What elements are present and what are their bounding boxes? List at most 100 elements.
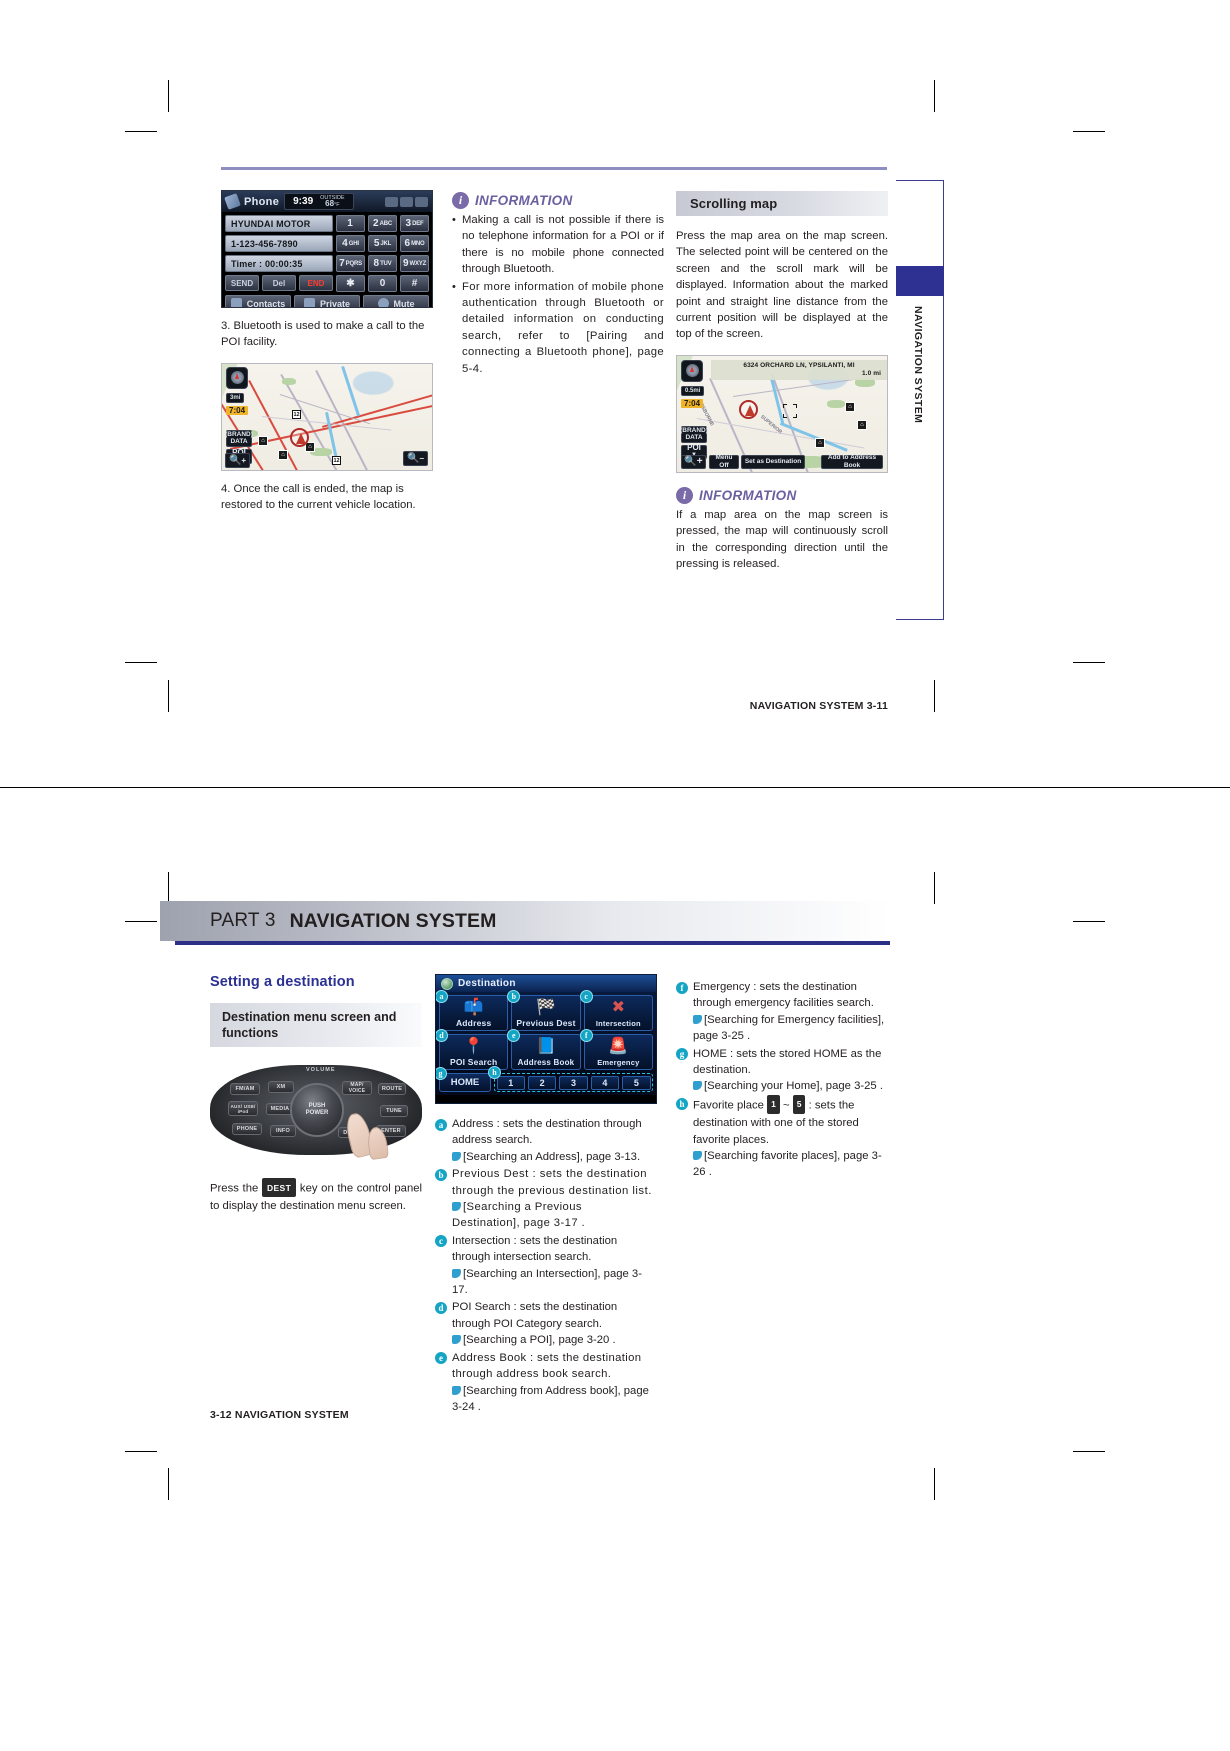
- map-screen-current-location[interactable]: 12 12 ⌂ ⌂ ⌂ 3mi 7:04 (BRAND) DATA POI▼: [221, 362, 433, 471]
- map-screen-scrolling[interactable]: 6324 ORCHARD LN, YPSILANTI, MI 1.0 mi OS…: [676, 354, 888, 473]
- key-9[interactable]: 9 WXYZ: [400, 255, 429, 272]
- subsection-title: Destination menu screen and functions: [210, 1003, 422, 1047]
- compass-icon[interactable]: [681, 359, 703, 382]
- destination-bottom-row: g HOME h 1 2 3 4 5: [436, 1066, 656, 1095]
- part-underline: [175, 941, 890, 945]
- set-as-destination-button[interactable]: Set as Destination: [741, 454, 805, 469]
- map-clock: 7:04: [681, 398, 704, 408]
- add-to-address-book-button[interactable]: Add to Address Book: [821, 454, 883, 469]
- key-tune[interactable]: TUNE: [380, 1105, 408, 1117]
- compass-icon[interactable]: [226, 366, 248, 389]
- crop-mark: [125, 1451, 157, 1452]
- favorite-4[interactable]: 4: [590, 1075, 620, 1090]
- dest-cell-label: Address Book: [517, 1058, 575, 1067]
- favorite-3[interactable]: 3: [559, 1075, 588, 1090]
- item-ref: [Searching a Previous Destination], page…: [452, 1201, 586, 1230]
- contacts-button[interactable]: Contacts: [225, 295, 291, 307]
- key-1[interactable]: 1: [336, 215, 365, 232]
- data-indicator-button[interactable]: (BRAND) DATA: [225, 429, 253, 447]
- zoom-in-button[interactable]: 🔍+: [681, 454, 706, 469]
- key-star[interactable]: ✱: [336, 275, 365, 292]
- dest-cell-address-book[interactable]: e 📘 Address Book: [507, 1029, 581, 1070]
- power-volume-knob[interactable]: PUSH POWER: [290, 1083, 344, 1137]
- dest-cell-poi-search[interactable]: d 📍 POI Search: [436, 1029, 509, 1070]
- favorite-1[interactable]: 1: [496, 1075, 525, 1090]
- end-call-button[interactable]: END: [299, 275, 333, 291]
- zoom-in-button[interactable]: 🔍+: [225, 452, 250, 468]
- key-7[interactable]: 7 PQRS: [336, 255, 365, 272]
- key-8[interactable]: 8 TUV: [368, 255, 397, 272]
- poi-marker[interactable]: ⌂: [258, 435, 268, 446]
- press-dest-note: Press the DEST key on the control panel …: [210, 1178, 422, 1215]
- page1-column-3: Scrolling map Press the map area on the …: [676, 191, 888, 572]
- checkered-flag-icon: 🏁: [536, 999, 556, 1016]
- private-button[interactable]: Private: [294, 295, 360, 307]
- crop-mark: [1073, 921, 1105, 922]
- control-panel-photo: VOLUME FM/AM XM MAP/ VOICE ROUTE AUX/ US…: [210, 1065, 422, 1161]
- badge-e: e: [435, 1352, 447, 1365]
- mute-button[interactable]: Mute: [363, 295, 429, 307]
- crop-mark: [1073, 131, 1105, 132]
- key-fm-am[interactable]: FM/AM: [230, 1083, 260, 1095]
- favorite-2[interactable]: 2: [527, 1075, 557, 1090]
- key-3[interactable]: 3 DEF: [400, 215, 429, 232]
- call-timer-field: Timer : 00:00:35: [225, 255, 333, 272]
- crop-mark: [1073, 662, 1105, 663]
- key-route[interactable]: ROUTE: [378, 1083, 406, 1095]
- favorite-places-group[interactable]: h 1 2 3 4 5: [488, 1066, 653, 1092]
- key-6[interactable]: 6 MNO: [400, 235, 429, 252]
- crop-mark: [934, 872, 935, 904]
- key-4[interactable]: 4 GHI: [336, 235, 365, 252]
- menu-off-button[interactable]: Menu Off: [709, 454, 739, 469]
- poi-marker[interactable]: ⌂: [845, 401, 855, 412]
- crossroads-icon: ✖: [611, 999, 626, 1016]
- data-indicator-button[interactable]: (BRAND) DATA: [680, 425, 708, 443]
- key-0[interactable]: 0: [368, 275, 397, 292]
- dest-cell-address[interactable]: a 📫 Address: [436, 990, 509, 1031]
- badge-b: b: [435, 1168, 447, 1181]
- info-icon: i: [452, 192, 469, 209]
- key-info[interactable]: INFO: [270, 1125, 296, 1137]
- part-title: NAVIGATION SYSTEM: [289, 909, 497, 932]
- delete-button[interactable]: Del: [262, 275, 296, 291]
- pushpin-map-icon: 📍: [463, 1038, 484, 1055]
- vehicle-position-marker: [290, 427, 309, 447]
- zoom-out-button[interactable]: 🔍−: [403, 450, 428, 466]
- manual-spread: Phone 9:39 OUTSIDE 68°F HYUNDAI MOTOR 1-…: [0, 0, 1230, 1751]
- private-icon: [303, 298, 315, 307]
- phone-call-screen[interactable]: Phone 9:39 OUTSIDE 68°F HYUNDAI MOTOR 1-…: [221, 190, 433, 308]
- favorite-5[interactable]: 5: [622, 1075, 651, 1090]
- list-item-address-book: e Address Book : sets the destination th…: [435, 1350, 653, 1416]
- send-button[interactable]: SEND: [225, 275, 259, 291]
- part-header-bar: PART 3 NAVIGATION SYSTEM: [160, 901, 890, 941]
- reference-icon: [693, 1081, 702, 1091]
- poi-marker[interactable]: ⌂: [857, 419, 867, 430]
- key-2[interactable]: 2 ABC: [368, 215, 397, 232]
- address-book-icon: 📘: [536, 1038, 556, 1055]
- destination-menu-screen[interactable]: Destination a 📫 Address b 🏁 Previous Des…: [435, 974, 657, 1104]
- page-2-footer: 3-12 NAVIGATION SYSTEM: [210, 1409, 349, 1421]
- crop-mark: [1073, 1451, 1105, 1452]
- badge-g: g: [436, 1067, 447, 1080]
- page-1-footer: NAVIGATION SYSTEM 3-11: [749, 700, 888, 712]
- key-hash[interactable]: #: [400, 275, 429, 292]
- poi-marker[interactable]: ⌂: [278, 449, 288, 460]
- dest-cell-emergency[interactable]: f 🚨 Emergency: [579, 1029, 653, 1070]
- list-item-previous-dest: b Previous Dest : sets the destination t…: [435, 1166, 653, 1232]
- poi-marker[interactable]: ⌂: [815, 437, 825, 448]
- dest-cell-previous-dest[interactable]: b 🏁 Previous Dest: [507, 990, 581, 1031]
- key-5[interactable]: 5 JKL: [368, 235, 397, 252]
- dest-cell-intersection[interactable]: c ✖ Intersection: [579, 990, 653, 1031]
- key-xm[interactable]: XM: [268, 1081, 294, 1093]
- item-ref: [Searching an Address], page 3-13.: [435, 1149, 653, 1165]
- badge-h: h: [488, 1066, 501, 1079]
- item-text: Emergency : sets the destination through…: [693, 981, 874, 1010]
- key-phone[interactable]: PHONE: [232, 1123, 262, 1135]
- item-text: Favorite place 1 ~ 5 : sets the destinat…: [693, 1094, 888, 1148]
- key-aux-usb-ipod[interactable]: AUX/ USB/ iPod: [228, 1101, 258, 1116]
- phone-keypad[interactable]: 1 2 ABC 3 DEF 4 GHI 5 JKL 6 MNO 7 PQRS 8 TUV 9W…: [336, 215, 429, 292]
- information-bullet-list-1: Making a call is not possible if there i…: [452, 212, 664, 377]
- home-button[interactable]: g HOME: [436, 1067, 491, 1092]
- badge-c: c: [435, 1235, 447, 1248]
- key-map-voice[interactable]: MAP/ VOICE: [342, 1081, 372, 1095]
